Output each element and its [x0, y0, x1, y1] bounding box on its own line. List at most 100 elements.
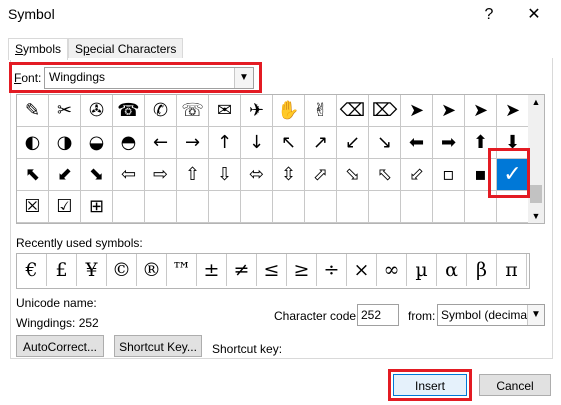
symbol-cell[interactable]: ✎ — [17, 95, 49, 127]
scroll-thumb[interactable] — [530, 185, 542, 203]
from-select[interactable]: Symbol (decimal) ▼ — [437, 304, 545, 326]
symbol-cell[interactable]: ✋ — [273, 95, 305, 127]
recent-symbol-cell[interactable]: ∞ — [377, 254, 407, 286]
symbol-cell[interactable]: ✈ — [241, 95, 273, 127]
dialog-title: Symbol — [8, 6, 55, 22]
recent-symbol-cell[interactable]: ™ — [167, 254, 197, 286]
recent-symbol-cell[interactable]: β — [467, 254, 497, 286]
symbol-cell[interactable]: ⇦ — [113, 159, 145, 191]
symbol-cell[interactable]: ↑ — [209, 127, 241, 159]
symbol-cell[interactable]: ☏ — [177, 95, 209, 127]
symbol-cell[interactable] — [465, 191, 497, 223]
autocorrect-button[interactable]: AutoCorrect... — [16, 335, 104, 357]
symbol-cell[interactable]: ⇳ — [273, 159, 305, 191]
recent-symbol-cell[interactable]: × — [347, 254, 377, 286]
tab-special-characters[interactable]: Special Characters — [68, 38, 184, 59]
recent-symbol-cell[interactable]: α — [437, 254, 467, 286]
tab-symbols[interactable]: Symbols — [8, 38, 69, 60]
symbol-cell[interactable]: ☑ — [49, 191, 81, 223]
symbol-cell[interactable]: ☎ — [113, 95, 145, 127]
insert-button[interactable]: Insert — [393, 374, 467, 396]
symbol-cell[interactable]: → — [177, 127, 209, 159]
symbol-cell[interactable]: ← — [145, 127, 177, 159]
chevron-down-icon[interactable]: ▼ — [234, 68, 253, 88]
symbol-cell[interactable]: ▫ — [433, 159, 465, 191]
recent-symbol-cell[interactable]: ± — [197, 254, 227, 286]
recent-symbol-cell[interactable]: © — [107, 254, 137, 286]
symbol-cell[interactable]: ⇧ — [177, 159, 209, 191]
symbol-cell[interactable]: ⬂ — [337, 159, 369, 191]
symbol-cell[interactable]: ↘ — [369, 127, 401, 159]
symbol-cell[interactable] — [273, 191, 305, 223]
symbol-cell[interactable] — [401, 191, 433, 223]
symbol-cell[interactable]: ⬃ — [401, 159, 433, 191]
recent-symbol-cell[interactable]: ≥ — [287, 254, 317, 286]
symbol-cell[interactable]: ⬅ — [401, 127, 433, 159]
symbol-cell[interactable] — [209, 191, 241, 223]
character-code-input[interactable]: 252 — [357, 304, 399, 326]
symbol-cell[interactable] — [337, 191, 369, 223]
symbol-cell[interactable]: ✇ — [81, 95, 113, 127]
symbol-cell[interactable] — [305, 191, 337, 223]
selected-symbol-cell[interactable]: ✓ — [497, 159, 529, 191]
symbol-cell[interactable]: ⬇ — [497, 127, 529, 159]
cancel-button[interactable]: Cancel — [479, 374, 551, 396]
symbol-cell[interactable]: ☒ — [17, 191, 49, 223]
symbol-cell[interactable] — [369, 191, 401, 223]
symbol-cell[interactable]: ⇨ — [145, 159, 177, 191]
symbol-cell[interactable]: ⌦ — [369, 95, 401, 127]
symbol-cell[interactable] — [177, 191, 209, 223]
symbol-cell[interactable]: ◐ — [17, 127, 49, 159]
symbol-cell[interactable]: ⊞ — [81, 191, 113, 223]
scroll-up-icon[interactable]: ▲ — [528, 95, 544, 109]
symbol-cell[interactable]: ◓ — [113, 127, 145, 159]
symbol-cell[interactable]: ⌫ — [337, 95, 369, 127]
symbol-cell[interactable]: ➤ — [433, 95, 465, 127]
symbol-cell[interactable]: ↓ — [241, 127, 273, 159]
chevron-down-icon[interactable]: ▼ — [527, 305, 544, 325]
symbol-cell[interactable]: ➤ — [465, 95, 497, 127]
symbol-cell[interactable]: ⬆ — [465, 127, 497, 159]
help-button[interactable]: ? — [475, 4, 503, 26]
recent-symbol-cell[interactable]: ÷ — [317, 254, 347, 286]
recent-symbol-cell[interactable]: µ — [407, 254, 437, 286]
font-select[interactable]: Wingdings ▼ — [44, 67, 254, 89]
symbol-grid-scrollbar[interactable]: ▲ ▼ — [528, 94, 545, 224]
symbol-cell[interactable]: ⬊ — [81, 159, 113, 191]
symbol-cell[interactable]: ⬄ — [241, 159, 273, 191]
close-button[interactable]: ✕ — [520, 4, 548, 26]
symbol-cell[interactable]: ➤ — [401, 95, 433, 127]
symbol-cell[interactable]: ⬁ — [369, 159, 401, 191]
symbol-cell[interactable] — [113, 191, 145, 223]
symbol-cell[interactable]: ◑ — [49, 127, 81, 159]
symbol-cell[interactable]: ↗ — [305, 127, 337, 159]
symbol-cell[interactable]: ▪ — [465, 159, 497, 191]
scroll-down-icon[interactable]: ▼ — [528, 209, 544, 223]
symbol-cell[interactable]: ⬋ — [49, 159, 81, 191]
symbol-cell[interactable]: ✌ — [305, 95, 337, 127]
recent-symbol-cell[interactable]: € — [17, 254, 47, 286]
recent-symbol-cell[interactable]: £ — [47, 254, 77, 286]
symbol-cell[interactable]: ✉ — [209, 95, 241, 127]
shortcut-key-button[interactable]: Shortcut Key... — [114, 335, 202, 357]
symbol-cell[interactable] — [241, 191, 273, 223]
symbol-cell[interactable]: ↖ — [273, 127, 305, 159]
symbol-cell[interactable]: ⇩ — [209, 159, 241, 191]
symbol-cell[interactable]: ⬀ — [305, 159, 337, 191]
symbol-cell[interactable] — [497, 191, 529, 223]
recent-symbol-cell[interactable]: ≠ — [227, 254, 257, 286]
symbol-cell[interactable]: ➤ — [497, 95, 529, 127]
recent-symbol-cell[interactable]: π — [497, 254, 527, 286]
symbol-cell[interactable]: ➡ — [433, 127, 465, 159]
symbol-cell[interactable]: ✂ — [49, 95, 81, 127]
symbol-cell[interactable]: ◒ — [81, 127, 113, 159]
symbol-cell[interactable] — [145, 191, 177, 223]
symbol-cell[interactable] — [433, 191, 465, 223]
recent-symbol-cell[interactable]: ≤ — [257, 254, 287, 286]
symbol-cell[interactable]: ✆ — [145, 95, 177, 127]
symbol-cell[interactable]: ↙ — [337, 127, 369, 159]
recent-symbol-cell[interactable]: ¥ — [77, 254, 107, 286]
character-code-label: Character code: — [274, 309, 360, 323]
symbol-cell[interactable]: ⬉ — [17, 159, 49, 191]
recent-symbol-cell[interactable]: ® — [137, 254, 167, 286]
